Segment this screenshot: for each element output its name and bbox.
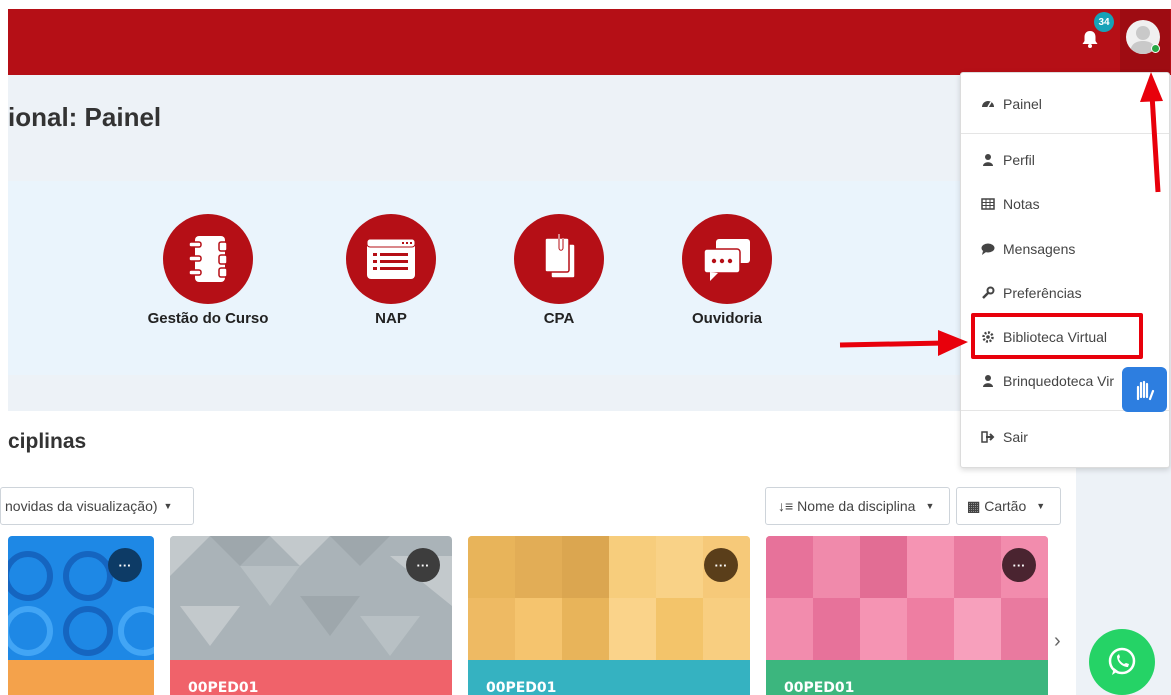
sort-icon: ↓≡: [778, 498, 794, 514]
sign-out-icon: [981, 430, 995, 444]
online-status-dot: [1151, 44, 1160, 53]
course-card-footer: [8, 660, 154, 695]
course-card-code: 00PED01: [170, 660, 452, 695]
menu-item-mensagens[interactable]: Mensagens: [981, 238, 1075, 260]
clipped-documents-icon: [514, 214, 604, 304]
course-card[interactable]: ···: [8, 536, 154, 695]
menu-item-label: Notas: [1003, 196, 1040, 212]
menu-item-brinquedoteca-virtual[interactable]: Brinquedoteca Vir: [981, 370, 1114, 392]
grid-icon: ▦: [967, 497, 981, 514]
more-options-icon[interactable]: ···: [704, 548, 738, 582]
menu-item-label: Painel: [1003, 96, 1042, 112]
course-view-dropdown[interactable]: ▦ Cartão ▼: [956, 487, 1061, 525]
menu-item-label: Preferências: [1003, 285, 1082, 301]
quick-link-ouvidoria[interactable]: Ouvidoria: [647, 214, 807, 327]
quick-link-cpa[interactable]: CPA: [479, 214, 639, 327]
speech-bubble-icon: [981, 242, 995, 256]
course-card-code: 00PED01: [468, 660, 750, 695]
course-card[interactable]: ··· 00PED01: [468, 536, 750, 695]
list-window-icon: [346, 214, 436, 304]
caret-down-icon: ▼: [1036, 501, 1046, 511]
menu-item-preferencias[interactable]: Preferências: [981, 282, 1082, 304]
notebook-icon: [163, 214, 253, 304]
quick-link-label: CPA: [543, 310, 575, 327]
quick-link-label: NAP: [375, 310, 407, 327]
menu-item-sair[interactable]: Sair: [981, 426, 1028, 448]
whatsapp-icon[interactable]: [1089, 629, 1155, 695]
menu-item-painel[interactable]: Painel: [981, 93, 1042, 115]
table-icon: [981, 197, 995, 211]
chevron-right-icon[interactable]: ›: [1054, 630, 1061, 653]
courses-section-title: ciplinas: [8, 430, 87, 453]
more-options-icon[interactable]: ···: [108, 548, 142, 582]
sort-label: Nome da disciplina: [797, 498, 916, 514]
wrench-icon: [981, 286, 995, 300]
page-title: ional: Painel: [8, 102, 162, 132]
menu-divider: [961, 133, 1169, 134]
view-label: Cartão: [984, 498, 1027, 514]
dashboard-icon: [981, 97, 995, 111]
accessibility-hands-icon[interactable]: [1122, 367, 1167, 412]
user-icon: [981, 374, 995, 388]
course-filter-dropdown[interactable]: novidas da visualização) ▼: [0, 487, 194, 525]
quick-link-label: Ouvidoria: [691, 310, 762, 327]
course-sort-dropdown[interactable]: ↓≡ Nome da disciplina ▼: [765, 487, 950, 525]
more-options-icon[interactable]: ···: [406, 548, 440, 582]
notifications-bell-icon[interactable]: [1079, 28, 1101, 50]
caret-down-icon: ▼: [163, 501, 173, 511]
caret-down-icon: ▼: [925, 501, 935, 511]
course-card-code: 00PED01: [766, 660, 1048, 695]
quick-link-label: Gestão do Curso: [147, 310, 269, 327]
menu-item-notas[interactable]: Notas: [981, 193, 1040, 215]
menu-item-label: Sair: [1003, 429, 1028, 445]
chat-bubbles-icon: [682, 214, 772, 304]
annotation-highlight-box: [971, 313, 1143, 359]
user-icon: [981, 153, 995, 167]
top-navbar: [8, 9, 1171, 75]
filter-label: novidas da visualização): [5, 498, 158, 514]
notification-count-badge: 34: [1094, 12, 1114, 32]
menu-item-label: Perfil: [1003, 152, 1035, 168]
quick-link-gestao-curso[interactable]: Gestão do Curso: [128, 214, 288, 327]
course-card[interactable]: ··· 00PED01: [170, 536, 452, 695]
quick-link-nap[interactable]: NAP: [311, 214, 471, 327]
menu-item-perfil[interactable]: Perfil: [981, 149, 1035, 171]
more-options-icon[interactable]: ···: [1002, 548, 1036, 582]
menu-item-label: Brinquedoteca Vir: [1003, 373, 1115, 389]
menu-item-label: Mensagens: [1003, 241, 1076, 257]
course-card[interactable]: ··· 00PED01: [766, 536, 1048, 695]
